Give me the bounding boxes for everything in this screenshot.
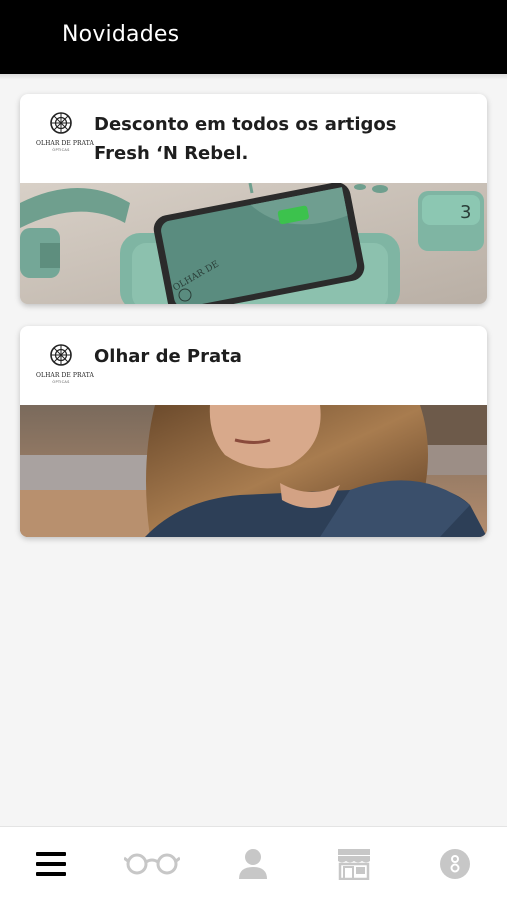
card-header: OLHAR DE PRATA ÓPTICAS Olhar de Prata <box>20 326 487 405</box>
brand-logo: OLHAR DE PRATA ÓPTICAS <box>36 110 94 160</box>
bottom-navigation <box>0 826 507 901</box>
diamond-logo-icon <box>50 112 72 134</box>
post-image: OLHAR DE 3 <box>20 183 487 304</box>
nav-item-stores[interactable] <box>303 827 404 901</box>
card-title: Olhar de Prata <box>94 346 242 367</box>
logo-subtitle: ÓPTICAS <box>52 148 70 152</box>
svg-text:3: 3 <box>460 202 471 223</box>
app-header: Novidades <box>0 0 507 74</box>
portrait-photo <box>20 405 487 537</box>
news-card[interactable]: OLHAR DE PRATA ÓPTICAS Olhar de Prata <box>20 326 487 537</box>
logo-name: OLHAR DE PRATA <box>36 140 94 147</box>
header-shadow <box>0 74 507 80</box>
nav-item-glasses[interactable] <box>101 827 202 901</box>
card-header: OLHAR DE PRATA ÓPTICAS Desconto em todos… <box>20 94 487 183</box>
user-icon <box>238 849 267 879</box>
logo-name: OLHAR DE PRATA <box>36 372 94 379</box>
page-title: Novidades <box>62 22 180 47</box>
menu-icon <box>35 852 66 876</box>
glasses-icon <box>123 853 180 875</box>
info-icon <box>439 849 470 879</box>
card-title: Desconto em todos os artigos Fresh ‘N Re… <box>94 114 397 164</box>
post-image <box>20 405 487 537</box>
nav-item-profile[interactable] <box>202 827 303 901</box>
news-card[interactable]: OLHAR DE PRATA ÓPTICAS Desconto em todos… <box>20 94 487 304</box>
brand-logo: OLHAR DE PRATA ÓPTICAS <box>36 342 94 392</box>
logo-subtitle: ÓPTICAS <box>52 380 70 384</box>
diamond-logo-icon <box>50 344 72 366</box>
store-icon <box>337 849 370 880</box>
nav-item-news[interactable] <box>0 827 101 901</box>
product-photo: OLHAR DE 3 <box>20 183 487 304</box>
nav-item-info[interactable] <box>404 827 505 901</box>
